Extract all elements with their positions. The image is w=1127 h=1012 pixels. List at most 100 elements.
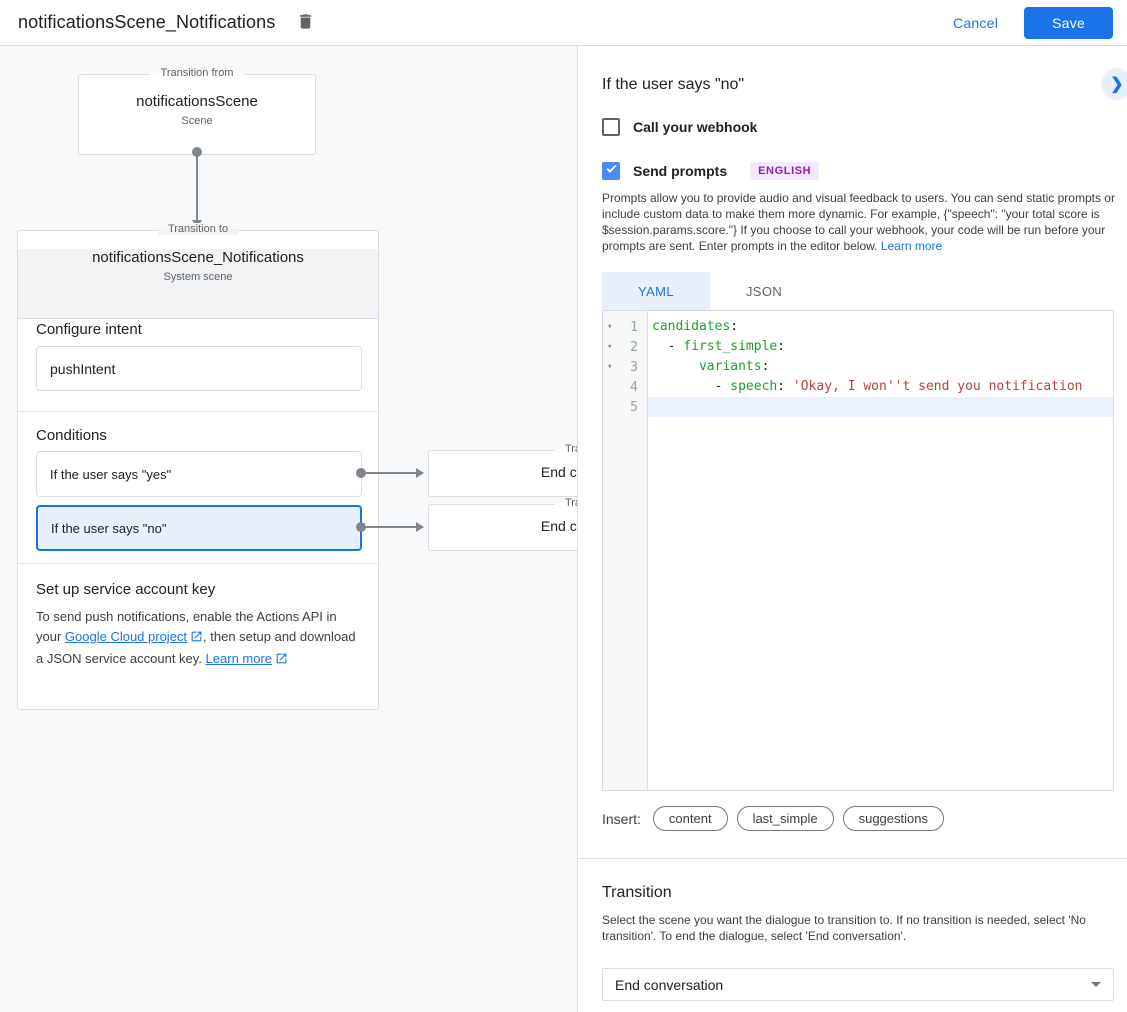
to-scene-name: notificationsScene_Notifications bbox=[18, 249, 378, 266]
google-cloud-project-link[interactable]: Google Cloud project bbox=[65, 629, 187, 644]
header-actions: Cancel Save bbox=[953, 7, 1113, 39]
code-token-plain bbox=[652, 359, 699, 374]
editor-code[interactable]: candidates: - first_simple: variants: - … bbox=[648, 311, 1113, 790]
fold-arrow-icon[interactable]: ▾ bbox=[607, 342, 612, 352]
external-link-icon bbox=[190, 629, 203, 649]
cancel-button[interactable]: Cancel bbox=[953, 15, 998, 31]
code-token-key: speech bbox=[730, 379, 777, 394]
transition-from-box[interactable]: Transition from notificationsScene Scene bbox=[78, 74, 316, 155]
service-account-heading: Set up service account key bbox=[36, 581, 215, 598]
transition-to-legend: Transition to bbox=[158, 223, 238, 235]
to-box-header[interactable]: notificationsScene_Notifications System … bbox=[18, 249, 378, 319]
fold-arrow-icon[interactable]: ▾ bbox=[607, 362, 612, 372]
panel-divider bbox=[578, 858, 1127, 859]
fold-arrow-icon[interactable]: ▾ bbox=[607, 322, 612, 332]
section-divider bbox=[18, 411, 378, 412]
scene-editor-app: notificationsScene_Notifications Cancel … bbox=[0, 0, 1127, 1012]
arrow-right-icon bbox=[416, 522, 424, 532]
external-link-icon bbox=[275, 651, 288, 671]
insert-chip-suggestions[interactable]: suggestions bbox=[843, 806, 944, 831]
send-prompts-checkbox[interactable] bbox=[602, 162, 620, 180]
page-title: notificationsScene_Notifications bbox=[18, 12, 275, 33]
webhook-checkbox[interactable] bbox=[602, 118, 620, 136]
code-token-plain: : bbox=[730, 319, 738, 334]
code-line[interactable]: variants: bbox=[648, 357, 1113, 377]
end-box-title: End conversation bbox=[429, 518, 578, 534]
end-conversation-box-no[interactable]: Transition to End conversation bbox=[428, 504, 578, 551]
gutter-line-1[interactable]: ▾1 bbox=[603, 317, 647, 337]
code-token-plain: : bbox=[762, 359, 770, 374]
delete-scene-button[interactable] bbox=[291, 9, 319, 37]
header: notificationsScene_Notifications Cancel … bbox=[0, 0, 1127, 46]
transition-select[interactable]: End conversation bbox=[602, 968, 1114, 1001]
condition-item-yes[interactable]: If the user says "yes" bbox=[36, 451, 362, 497]
code-token-string: 'Okay, I won''t send you notification bbox=[793, 379, 1083, 394]
code-token-plain: : bbox=[777, 339, 785, 354]
insert-chip-content[interactable]: content bbox=[653, 806, 728, 831]
gutter-line-4: 4 bbox=[603, 377, 647, 397]
collapse-panel-button[interactable]: ❯ bbox=[1101, 68, 1127, 100]
to-scene-type: System scene bbox=[18, 271, 378, 283]
panel-title: If the user says "no" bbox=[602, 76, 744, 94]
code-line[interactable]: - first_simple: bbox=[648, 337, 1113, 357]
code-token-key: variants bbox=[699, 359, 762, 374]
end-conversation-box-yes[interactable]: Transition to End conversation bbox=[428, 450, 578, 497]
save-button[interactable]: Save bbox=[1024, 7, 1113, 39]
send-prompts-label: Send prompts bbox=[633, 163, 727, 179]
transition-select-value: End conversation bbox=[615, 977, 723, 993]
line-number: 5 bbox=[630, 400, 638, 415]
end-box-legend: Transition to bbox=[555, 497, 578, 509]
condition-item-no[interactable]: If the user says "no" bbox=[36, 505, 362, 551]
transition-to-box: Transition to notificationsScene_Notific… bbox=[17, 230, 379, 710]
checkmark-icon bbox=[605, 162, 618, 180]
intent-item-pushintent[interactable]: pushIntent bbox=[36, 346, 362, 391]
code-line-active[interactable] bbox=[648, 397, 1113, 417]
connector-line bbox=[366, 472, 416, 474]
gutter-line-2[interactable]: ▾2 bbox=[603, 337, 647, 357]
transition-from-legend: Transition from bbox=[151, 67, 244, 79]
webhook-label: Call your webhook bbox=[633, 119, 757, 135]
language-badge: ENGLISH bbox=[750, 162, 819, 180]
editor-format-tabs: YAML JSON bbox=[602, 272, 818, 310]
line-number: 3 bbox=[630, 360, 638, 375]
prompts-learn-more-link[interactable]: Learn more bbox=[881, 239, 942, 253]
from-scene-type: Scene bbox=[79, 115, 315, 127]
prompts-description: Prompts allow you to provide audio and v… bbox=[602, 190, 1115, 254]
webhook-checkbox-row[interactable]: Call your webhook bbox=[602, 118, 757, 136]
editor-gutter: ▾1▾2▾345 bbox=[603, 311, 648, 790]
trash-icon bbox=[296, 12, 315, 34]
connector-dot bbox=[356, 522, 366, 532]
service-account-text: To send push notifications, enable the A… bbox=[36, 607, 364, 671]
connector-line bbox=[196, 156, 198, 220]
code-editor[interactable]: ▾1▾2▾345 candidates: - first_simple: var… bbox=[602, 310, 1114, 791]
code-token-plain: : bbox=[777, 379, 793, 394]
code-line[interactable]: - speech: 'Okay, I won''t send you notif… bbox=[648, 377, 1113, 397]
code-token-plain: - bbox=[652, 339, 683, 354]
end-box-legend: Transition to bbox=[555, 443, 578, 455]
tab-yaml[interactable]: YAML bbox=[602, 272, 710, 310]
connector-dot bbox=[356, 468, 366, 478]
prompts-description-text: Prompts allow you to provide audio and v… bbox=[602, 191, 1115, 253]
transition-heading: Transition bbox=[602, 884, 672, 902]
end-box-title: End conversation bbox=[429, 464, 578, 480]
gutter-line-5: 5 bbox=[603, 397, 647, 417]
send-prompts-checkbox-row[interactable]: Send prompts ENGLISH bbox=[602, 162, 819, 180]
line-number: 2 bbox=[630, 340, 638, 355]
body: Transition from notificationsScene Scene… bbox=[0, 46, 1127, 1012]
code-line[interactable]: candidates: bbox=[648, 317, 1113, 337]
insert-chip-last-simple[interactable]: last_simple bbox=[737, 806, 834, 831]
tab-json[interactable]: JSON bbox=[710, 272, 818, 310]
gutter-line-3[interactable]: ▾3 bbox=[603, 357, 647, 377]
transition-description: Select the scene you want the dialogue t… bbox=[602, 912, 1115, 944]
configure-intent-heading: Configure intent bbox=[36, 321, 142, 338]
code-token-key: first_simple bbox=[683, 339, 777, 354]
line-number: 1 bbox=[630, 320, 638, 335]
condition-detail-panel: If the user says "no" ❯ Call your webhoo… bbox=[578, 46, 1127, 1012]
arrow-right-icon bbox=[416, 468, 424, 478]
section-divider bbox=[18, 563, 378, 564]
insert-label: Insert: bbox=[602, 811, 641, 827]
code-token-plain: - bbox=[652, 379, 730, 394]
insert-row: Insert: content last_simple suggestions bbox=[602, 806, 953, 831]
learn-more-link[interactable]: Learn more bbox=[206, 651, 272, 666]
chevron-right-icon: ❯ bbox=[1110, 74, 1123, 94]
